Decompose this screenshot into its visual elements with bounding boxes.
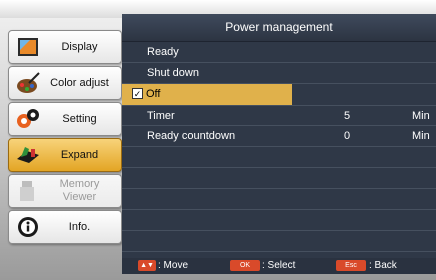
display-icon [14,34,42,60]
empty-row [122,147,436,168]
usb-icon [14,178,42,204]
sidebar-item-expand[interactable]: Expand [8,138,122,172]
power-management-panel: Power management Ready Shut down ✓ Off T… [122,14,436,260]
timer-row[interactable]: Timer 5 Min [122,105,436,126]
ready-countdown-label: Ready countdown [147,130,236,142]
sidebar-item-label: Memory Viewer [42,178,121,204]
ready-countdown-value: 0 [344,130,351,142]
ready-countdown-row[interactable]: Ready countdown 0 Min [122,126,436,147]
sidebar-item-color-adjust[interactable]: Color adjust [8,66,122,100]
panel-title: Power management [122,14,436,42]
sidebar-item-label: Display [61,40,98,53]
info-icon [14,214,42,240]
expand-icon [14,142,42,168]
sidebar-item-info[interactable]: Info. [8,210,122,244]
sidebar-item-label-line2: Viewer [62,191,97,203]
sidebar-item-label: Info. [68,220,91,233]
arrow-keys-icon: ▲▼ [138,260,156,271]
sidebar-item-label-line1: Memory [59,178,100,190]
empty-row [122,189,436,210]
move-hint: : Move [158,260,189,271]
option-label: Off [146,88,161,100]
select-hint: : Select [262,260,296,271]
sidebar-item-label: Setting [62,112,97,125]
sidebar-item-memory-viewer[interactable]: Memory Viewer [8,174,122,208]
gears-icon [14,106,42,132]
timer-unit: Min [412,110,430,122]
checkmark-icon: ✓ [132,88,143,99]
option-shut-down[interactable]: Shut down [122,63,436,84]
option-label: Shut down [147,67,199,79]
option-label: Ready [147,46,179,58]
option-ready[interactable]: Ready [122,42,436,63]
empty-row [122,210,436,231]
esc-key-icon: Esc [336,260,366,271]
key-guide-bar: ▲▼ : Move OK : Select Esc : Back [122,258,436,274]
sidebar-item-label: Expand [60,148,99,161]
palette-icon [14,70,42,96]
timer-value: 5 [344,110,351,122]
sidebar-item-setting[interactable]: Setting [8,102,122,136]
ok-key-icon: OK [230,260,260,271]
back-hint: : Back [369,260,397,271]
empty-row [122,231,436,252]
sidebar-item-display[interactable]: Display [8,30,122,64]
ready-countdown-unit: Min [412,130,430,142]
empty-row [122,168,436,189]
sidebar-item-label: Color adjust [50,76,109,89]
option-off[interactable]: ✓ Off [122,84,292,105]
timer-label: Timer [147,110,175,122]
